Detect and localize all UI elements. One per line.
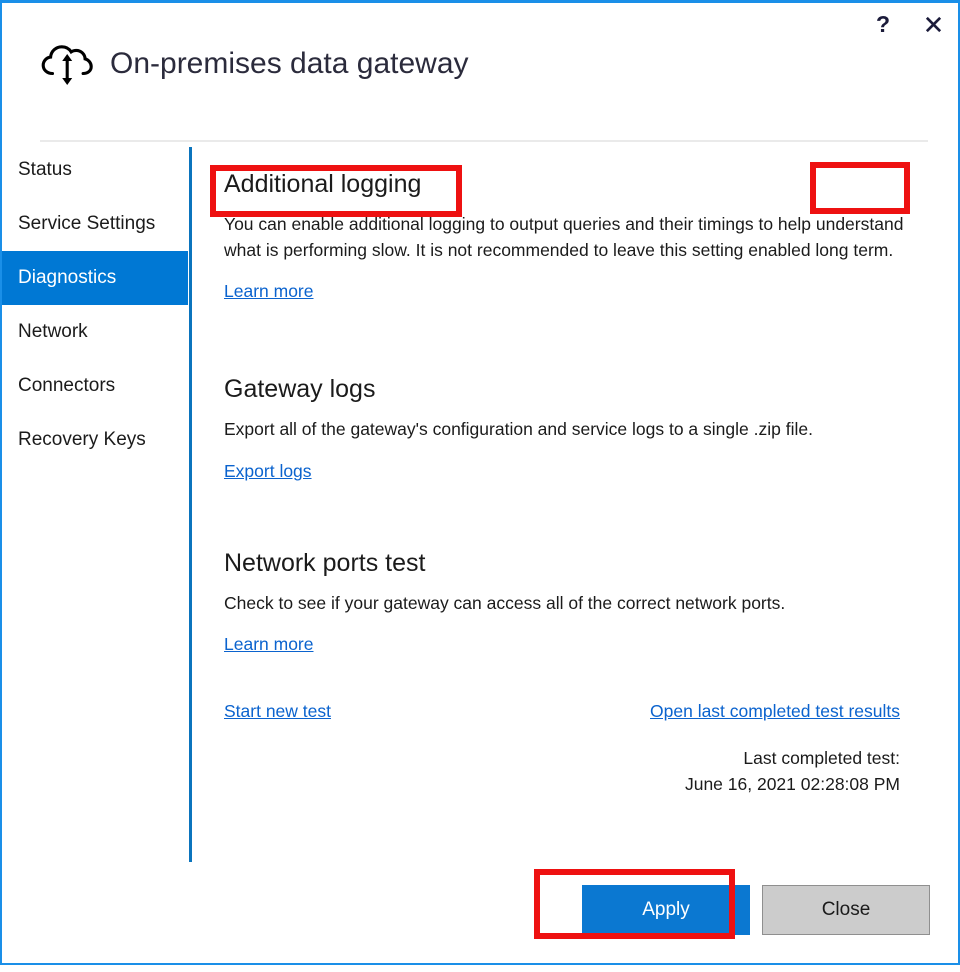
dialog-footer: Apply Close bbox=[582, 885, 930, 935]
cloud-sync-icon bbox=[40, 37, 94, 91]
titlebar-controls: ? bbox=[868, 9, 948, 39]
start-new-test-link[interactable]: Start new test bbox=[224, 701, 331, 722]
sidebar-item-label: Service Settings bbox=[18, 213, 155, 235]
additional-logging-description: You can enable additional logging to out… bbox=[224, 212, 914, 263]
sidebar: Status Service Settings Diagnostics Netw… bbox=[2, 143, 188, 963]
section-gateway-logs: Gateway logs Export all of the gateway's… bbox=[224, 374, 928, 482]
apply-button[interactable]: Apply bbox=[582, 885, 750, 935]
sidebar-item-network[interactable]: Network bbox=[2, 305, 188, 359]
sidebar-item-diagnostics[interactable]: Diagnostics bbox=[2, 251, 188, 305]
sidebar-item-label: Network bbox=[18, 321, 88, 343]
header-divider bbox=[40, 140, 928, 142]
last-completed-test-label: Last completed test: bbox=[224, 746, 900, 771]
window-content: Status Service Settings Diagnostics Netw… bbox=[2, 143, 958, 963]
sidebar-item-connectors[interactable]: Connectors bbox=[2, 359, 188, 413]
gateway-settings-window: On-premises data gateway ? Status Servic… bbox=[0, 0, 960, 965]
section-additional-logging: Additional logging You can enable additi… bbox=[224, 169, 928, 302]
export-logs-link[interactable]: Export logs bbox=[224, 461, 312, 482]
window-title-group: On-premises data gateway bbox=[40, 37, 469, 91]
gateway-logs-title: Gateway logs bbox=[224, 374, 928, 404]
sidebar-item-label: Status bbox=[18, 159, 72, 181]
sidebar-item-label: Connectors bbox=[18, 375, 115, 397]
last-completed-test-timestamp: June 16, 2021 02:28:08 PM bbox=[224, 772, 900, 797]
gateway-logs-description: Export all of the gateway's configuratio… bbox=[224, 417, 914, 443]
help-icon[interactable]: ? bbox=[868, 9, 898, 39]
open-last-test-results-link[interactable]: Open last completed test results bbox=[650, 701, 900, 722]
sidebar-item-status[interactable]: Status bbox=[2, 143, 188, 197]
page-title: On-premises data gateway bbox=[110, 47, 469, 81]
additional-logging-title: Additional logging bbox=[224, 169, 928, 199]
close-button[interactable]: Close bbox=[762, 885, 930, 935]
last-completed-test-info: Last completed test: June 16, 2021 02:28… bbox=[224, 746, 900, 797]
window-header: On-premises data gateway ? bbox=[2, 3, 958, 140]
section-network-ports-test: Network ports test Check to see if your … bbox=[224, 548, 928, 797]
additional-logging-learn-more-link[interactable]: Learn more bbox=[224, 281, 314, 302]
network-ports-test-description: Check to see if your gateway can access … bbox=[224, 591, 914, 617]
network-ports-test-title: Network ports test bbox=[224, 548, 928, 578]
close-icon[interactable] bbox=[918, 9, 948, 39]
network-ports-test-learn-more-link[interactable]: Learn more bbox=[224, 634, 314, 655]
sidebar-item-service-settings[interactable]: Service Settings bbox=[2, 197, 188, 251]
main-panel: Additional logging You can enable additi… bbox=[224, 143, 928, 963]
sidebar-item-label: Recovery Keys bbox=[18, 429, 146, 451]
sidebar-item-recovery-keys[interactable]: Recovery Keys bbox=[2, 413, 188, 467]
network-ports-test-actions: Start new test Open last completed test … bbox=[224, 683, 900, 722]
sidebar-item-label: Diagnostics bbox=[18, 267, 116, 289]
sidebar-divider bbox=[189, 147, 192, 862]
